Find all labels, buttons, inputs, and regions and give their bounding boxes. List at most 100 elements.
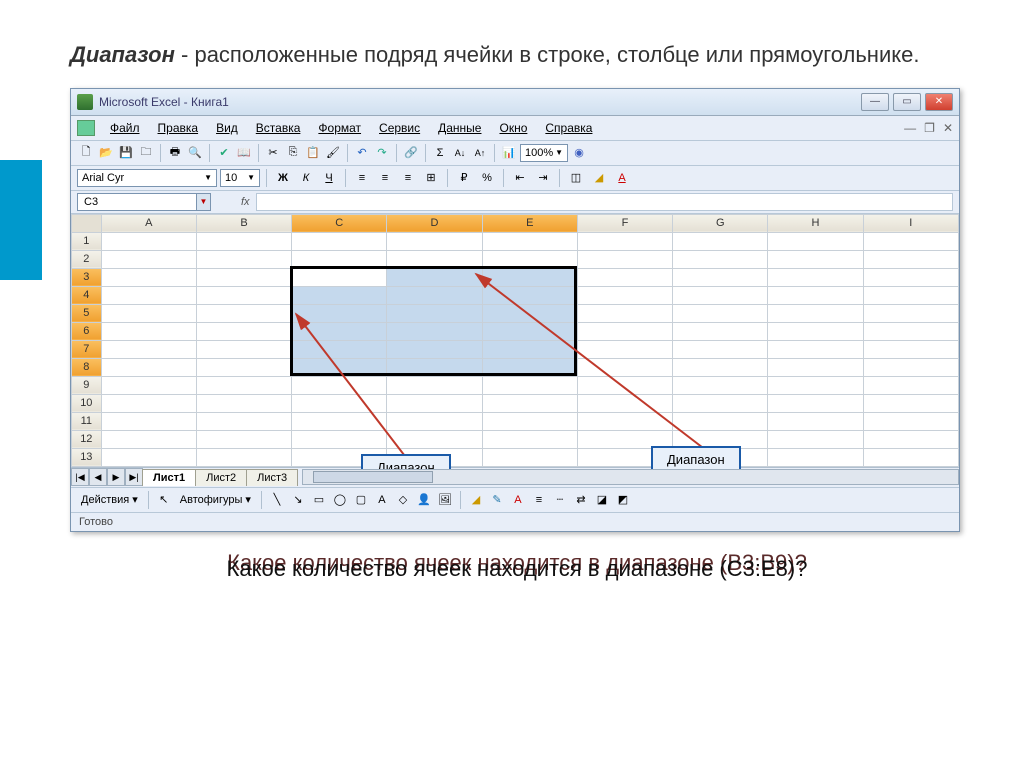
row-header-8[interactable]: 8 <box>72 358 102 376</box>
cell-H8[interactable] <box>768 358 863 376</box>
cell-I10[interactable] <box>863 394 958 412</box>
cell-F11[interactable] <box>577 412 672 430</box>
cell-D11[interactable] <box>387 412 482 430</box>
cell-C1[interactable] <box>292 232 387 250</box>
cell-E8[interactable] <box>482 358 577 376</box>
cell-B2[interactable] <box>196 250 291 268</box>
percent-icon[interactable]: % <box>477 169 497 187</box>
scrollbar-thumb[interactable] <box>313 471 433 483</box>
sheet-tab-3[interactable]: Лист3 <box>246 469 298 486</box>
sort-desc-icon[interactable]: A↑ <box>471 144 489 162</box>
cell-A5[interactable] <box>101 304 196 322</box>
bold-button[interactable]: Ж <box>273 169 293 187</box>
cell-I6[interactable] <box>863 322 958 340</box>
align-left-icon[interactable]: ≡ <box>352 169 372 187</box>
redo-icon[interactable]: ↷ <box>373 144 391 162</box>
column-header-D[interactable]: D <box>387 214 482 232</box>
cell-C11[interactable] <box>292 412 387 430</box>
column-header-C[interactable]: C <box>292 214 387 232</box>
cell-G11[interactable] <box>673 412 768 430</box>
cell-E11[interactable] <box>482 412 577 430</box>
cell-F2[interactable] <box>577 250 672 268</box>
cell-G8[interactable] <box>673 358 768 376</box>
cell-F4[interactable] <box>577 286 672 304</box>
cell-B6[interactable] <box>196 322 291 340</box>
cell-G5[interactable] <box>673 304 768 322</box>
line-style-icon[interactable]: ≡ <box>530 491 548 509</box>
doc-close-button[interactable]: ✕ <box>943 121 953 135</box>
sort-asc-icon[interactable]: A↓ <box>451 144 469 162</box>
merge-center-icon[interactable]: ⊞ <box>421 169 441 187</box>
cell-B5[interactable] <box>196 304 291 322</box>
print-icon[interactable]: 🖶 <box>166 144 184 162</box>
cell-B9[interactable] <box>196 376 291 394</box>
research-icon[interactable]: 📖 <box>235 144 253 162</box>
cell-C3[interactable] <box>292 268 387 286</box>
row-header-2[interactable]: 2 <box>72 250 102 268</box>
cell-H7[interactable] <box>768 340 863 358</box>
clipart-icon[interactable]: 👤 <box>415 491 433 509</box>
sheet-tab-1[interactable]: Лист1 <box>142 469 196 486</box>
dash-style-icon[interactable]: ┄ <box>551 491 569 509</box>
undo-icon[interactable]: ↶ <box>353 144 371 162</box>
column-header-A[interactable]: A <box>101 214 196 232</box>
font-size-select[interactable]: 10 ▼ <box>220 169 260 187</box>
cell-F7[interactable] <box>577 340 672 358</box>
drawing-actions-menu[interactable]: Действия ▾ <box>77 492 142 507</box>
menu-edit[interactable]: Правка <box>151 119 206 137</box>
cell-C8[interactable] <box>292 358 387 376</box>
row-header-7[interactable]: 7 <box>72 340 102 358</box>
row-header-4[interactable]: 4 <box>72 286 102 304</box>
cell-E2[interactable] <box>482 250 577 268</box>
format-painter-icon[interactable]: 🖌 <box>324 144 342 162</box>
menu-window[interactable]: Окно <box>492 119 534 137</box>
cell-E4[interactable] <box>482 286 577 304</box>
formula-bar[interactable] <box>256 193 953 211</box>
borders-icon[interactable]: ◫ <box>566 169 586 187</box>
menu-tools[interactable]: Сервис <box>372 119 427 137</box>
permission-icon[interactable]: 🗀 <box>137 144 155 162</box>
sheet-tab-2[interactable]: Лист2 <box>195 469 247 486</box>
horizontal-scrollbar[interactable] <box>302 469 959 485</box>
menu-data[interactable]: Данные <box>431 119 488 137</box>
diagram-icon[interactable]: ◇ <box>394 491 412 509</box>
save-icon[interactable]: 💾 <box>117 144 135 162</box>
font-color-icon[interactable]: A <box>612 169 632 187</box>
textbox-icon[interactable]: ▢ <box>352 491 370 509</box>
row-header-5[interactable]: 5 <box>72 304 102 322</box>
name-box-dropdown[interactable]: ▼ <box>197 193 211 211</box>
cell-I4[interactable] <box>863 286 958 304</box>
menu-format[interactable]: Формат <box>311 119 368 137</box>
autosum-icon[interactable]: Σ <box>431 144 449 162</box>
cell-C9[interactable] <box>292 376 387 394</box>
decrease-indent-icon[interactable]: ⇤ <box>510 169 530 187</box>
cell-D2[interactable] <box>387 250 482 268</box>
italic-button[interactable]: К <box>296 169 316 187</box>
cut-icon[interactable]: ✂ <box>264 144 282 162</box>
cell-I2[interactable] <box>863 250 958 268</box>
rectangle-icon[interactable]: ▭ <box>310 491 328 509</box>
underline-button[interactable]: Ч <box>319 169 339 187</box>
cell-E1[interactable] <box>482 232 577 250</box>
cell-H5[interactable] <box>768 304 863 322</box>
cell-D8[interactable] <box>387 358 482 376</box>
hyperlink-icon[interactable]: 🔗 <box>402 144 420 162</box>
cell-I1[interactable] <box>863 232 958 250</box>
cell-E12[interactable] <box>482 430 577 448</box>
cell-G1[interactable] <box>673 232 768 250</box>
cell-I5[interactable] <box>863 304 958 322</box>
row-header-1[interactable]: 1 <box>72 232 102 250</box>
fx-label[interactable]: fx <box>241 196 250 208</box>
workbook-icon[interactable] <box>77 120 95 136</box>
new-icon[interactable]: 🗋 <box>77 144 95 162</box>
fill-color-icon[interactable]: ◢ <box>589 169 609 187</box>
cell-B4[interactable] <box>196 286 291 304</box>
cell-F6[interactable] <box>577 322 672 340</box>
line-color-icon[interactable]: ✎ <box>488 491 506 509</box>
cell-C4[interactable] <box>292 286 387 304</box>
cell-G4[interactable] <box>673 286 768 304</box>
cell-I7[interactable] <box>863 340 958 358</box>
cell-B10[interactable] <box>196 394 291 412</box>
cell-B13[interactable] <box>196 448 291 466</box>
cell-B3[interactable] <box>196 268 291 286</box>
